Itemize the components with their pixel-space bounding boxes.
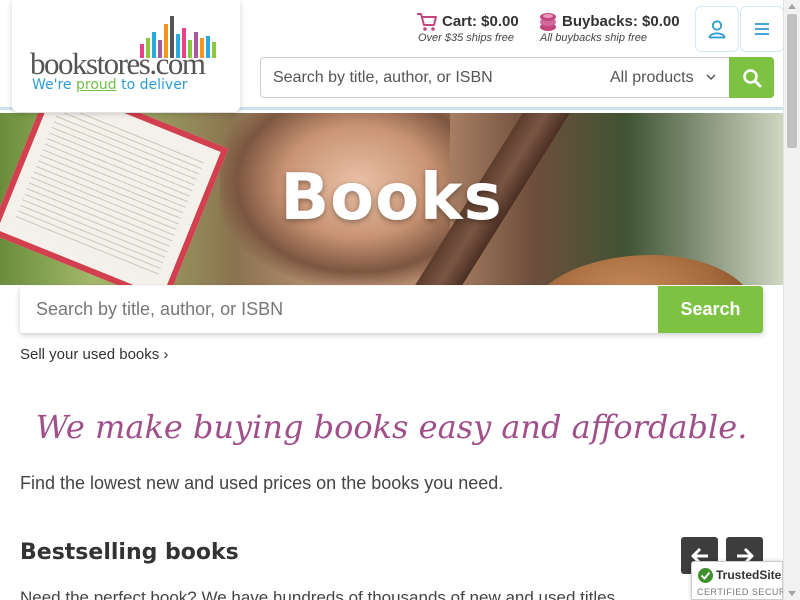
trustedsite-subtitle: CERTIFIED SECURE xyxy=(697,587,793,597)
bestselling-heading: Bestselling books xyxy=(20,540,239,565)
hero-banner: Books xyxy=(0,113,783,285)
trustedsite-title: TrustedSite xyxy=(716,568,782,582)
hero-photo-bike-saddle xyxy=(528,255,754,285)
header-search-button[interactable] xyxy=(729,57,774,98)
main-search-input[interactable] xyxy=(20,286,658,333)
sell-used-books-link[interactable]: Sell your used books › xyxy=(20,346,168,363)
logo-tagline-end: to deliver xyxy=(116,77,188,93)
scroll-down-arrow-icon[interactable] xyxy=(788,591,796,596)
logo-wordmark-main: bookstores xyxy=(30,46,151,81)
page-scrollbar[interactable] xyxy=(783,0,800,600)
hero-title: Books xyxy=(280,161,503,235)
lead-paragraph: Find the lowest new and used prices on t… xyxy=(20,473,504,493)
chevron-down-icon xyxy=(706,74,716,81)
site-header: bookstores.com We're proud to deliver Ca… xyxy=(0,0,784,112)
cart-icon xyxy=(417,13,437,31)
product-category-select[interactable]: All products xyxy=(610,58,730,97)
buybacks-total-label: Buybacks: $0.00 xyxy=(562,13,680,30)
logo-tagline: We're proud to deliver xyxy=(32,77,188,93)
bestselling-description: Need the perfect book? We have hundreds … xyxy=(20,588,616,600)
cart-shipping-note: Over $35 ships free xyxy=(418,32,514,44)
logo-tagline-emphasis: proud xyxy=(76,77,117,93)
trustedsite-badge[interactable]: TrustedSite CERTIFIED SECURE xyxy=(691,561,792,600)
account-button[interactable] xyxy=(695,6,739,52)
menu-button[interactable] xyxy=(740,6,784,52)
header-search-input[interactable] xyxy=(261,58,596,97)
user-icon xyxy=(708,20,726,39)
scrollbar-thumb[interactable] xyxy=(787,14,797,148)
header-search-bar: All products xyxy=(260,57,774,98)
coins-icon xyxy=(540,13,556,31)
main-search-button[interactable]: Search xyxy=(658,286,763,333)
scroll-up-arrow-icon[interactable] xyxy=(788,4,796,9)
logo-wordmark-tld: .com xyxy=(149,46,206,81)
menu-icon xyxy=(755,23,769,35)
site-logo[interactable]: bookstores.com We're proud to deliver xyxy=(12,0,240,112)
logo-tagline-start: We're xyxy=(32,77,76,93)
product-category-value: All products xyxy=(610,68,694,86)
check-icon xyxy=(698,568,713,583)
search-icon xyxy=(742,68,761,87)
main-search-bar: Search xyxy=(20,286,763,333)
buybacks-shipping-note: All buybacks ship free xyxy=(540,32,647,44)
value-proposition-heading: We make buying books easy and affordable… xyxy=(35,408,748,446)
cart-total-label: Cart: $0.00 xyxy=(442,13,519,30)
